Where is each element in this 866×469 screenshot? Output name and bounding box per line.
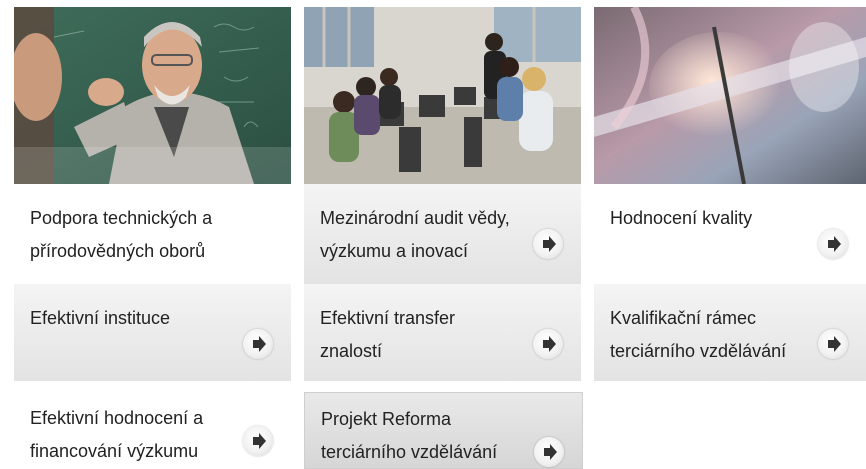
- tile-quality-evaluation[interactable]: Hodnocení kvality: [594, 184, 866, 284]
- tile-label: Efektivní instituce: [30, 308, 171, 328]
- tile-international-audit[interactable]: Mezinárodní audit vědy, výzkumu a inovac…: [304, 184, 581, 284]
- teacher-photo: [14, 7, 291, 184]
- tile-qualification-framework[interactable]: Kvalifikační rámec terciárního vzděláván…: [594, 284, 866, 381]
- tile-label: Kvalifikační rámec terciárního vzděláván…: [610, 308, 787, 361]
- tile-research-evaluation-funding[interactable]: Efektivní hodnocení a financování výzkum…: [14, 384, 291, 469]
- tile-label: Projekt Reforma terciárního vzdělávání: [321, 409, 498, 462]
- tile-stem-support[interactable]: Podpora technických a přírodovědných obo…: [14, 184, 291, 284]
- arrow-right-circle-icon[interactable]: [534, 437, 564, 467]
- arrow-right-circle-icon[interactable]: [818, 329, 848, 359]
- lab-glassware-photo: [594, 7, 866, 184]
- tile-knowledge-transfer[interactable]: Efektivní transfer znalostí: [304, 284, 581, 381]
- tile-label: Efektivní hodnocení a financování výzkum…: [30, 408, 204, 461]
- program-tile-grid: Podpora technických a přírodovědných obo…: [0, 0, 866, 469]
- arrow-right-circle-icon[interactable]: [818, 229, 848, 259]
- tile-label: Efektivní transfer znalostí: [320, 308, 456, 361]
- tile-efficient-institution[interactable]: Efektivní instituce: [14, 284, 291, 381]
- tile-tertiary-reform-project[interactable]: Projekt Reforma terciárního vzdělávání: [304, 392, 583, 469]
- computer-lab-photo: [304, 7, 581, 184]
- tile-label: Podpora technických a přírodovědných obo…: [30, 208, 213, 261]
- arrow-right-circle-icon[interactable]: [243, 426, 273, 456]
- arrow-right-circle-icon[interactable]: [533, 229, 563, 259]
- tile-label: Mezinárodní audit vědy, výzkumu a inovac…: [320, 208, 510, 261]
- arrow-right-circle-icon[interactable]: [533, 329, 563, 359]
- arrow-right-circle-icon[interactable]: [243, 329, 273, 359]
- tile-label: Hodnocení kvality: [610, 208, 753, 228]
